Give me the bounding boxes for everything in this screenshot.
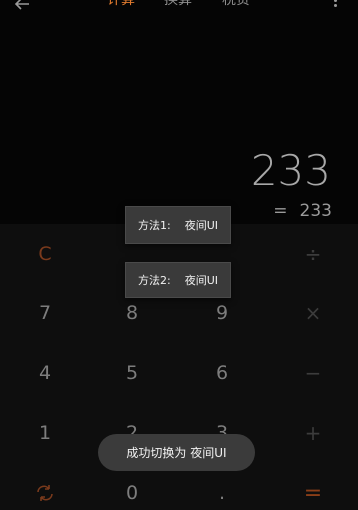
expression-display: = 233 [273,201,332,221]
popup-method-2[interactable]: 方法2: 夜间UI [125,262,231,298]
switch-mode-icon [37,485,53,501]
tab-tax-loan[interactable]: 税贷 [222,0,250,8]
popup-method-2-value: 夜间UI [184,274,218,287]
digit-7-button[interactable]: 7 [0,283,90,343]
expression-value: 233 [299,201,332,221]
digit-1-button[interactable]: 1 [0,403,90,463]
plus-button[interactable]: + [268,403,358,463]
switch-mode-button[interactable] [0,463,90,510]
calculator-screen: 计算 换算 税贷 233 = 233 C ÷ 7 8 9 × 4 5 6 − 1 … [0,0,358,510]
popup-method-1-value: 夜间UI [184,219,218,232]
result-display: 233 [250,146,331,195]
multiply-button[interactable]: × [268,283,358,343]
back-arrow-icon[interactable] [14,0,30,10]
more-vertical-icon[interactable] [334,0,338,8]
toast-message: 成功切换为 夜间UI [98,434,255,471]
tab-convert[interactable]: 换算 [164,0,192,8]
popup-method-1[interactable]: 方法1: 夜间UI [125,206,231,244]
expression-equals: = [273,201,288,221]
popup-method-2-label: 方法2: [137,274,171,287]
digit-4-button[interactable]: 4 [0,343,90,403]
digit-5-button[interactable]: 5 [87,343,177,403]
digit-6-button[interactable]: 6 [177,343,267,403]
equals-button[interactable]: = [268,463,358,510]
minus-button[interactable]: − [268,343,358,403]
clear-button[interactable]: C [0,224,90,284]
popup-method-1-label: 方法1: [137,219,171,232]
top-bar: 计算 换算 税贷 [0,0,358,14]
divide-button[interactable]: ÷ [268,224,358,284]
tab-calculate[interactable]: 计算 [107,0,135,8]
